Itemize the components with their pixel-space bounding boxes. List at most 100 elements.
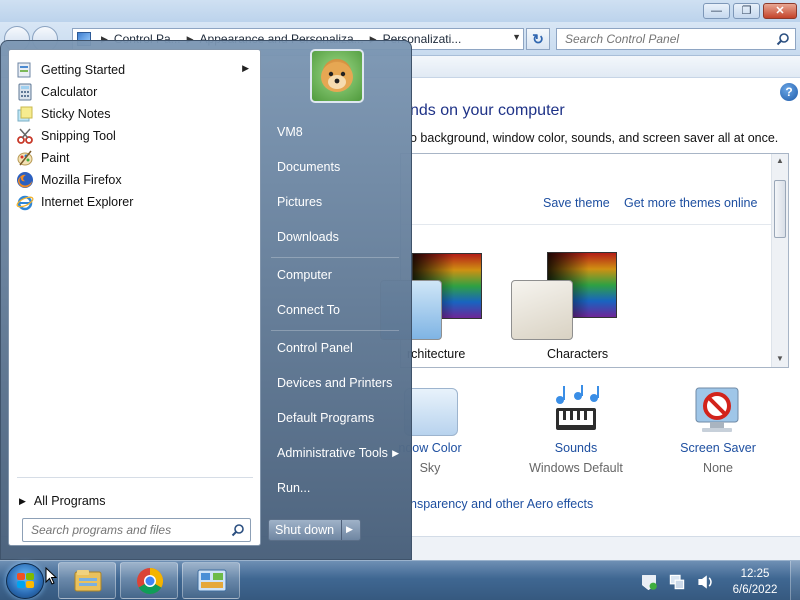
divider [341,520,342,540]
page-description: o background, window color, sounds, and … [410,131,779,145]
mouse-cursor-icon [45,567,57,585]
pictures-link[interactable]: Pictures [269,187,409,217]
divider [271,257,399,258]
chevron-right-icon[interactable]: ▶ [346,524,353,535]
clock-date: 6/6/2022 [732,584,778,596]
scroll-down-icon[interactable]: ▼ [776,354,784,363]
program-sticky-notes[interactable]: Sticky Notes [13,103,257,125]
theme-color-swatch[interactable] [511,280,573,340]
programs-pane: Getting Started ▶ Calculator Sticky Note… [8,49,261,546]
network-icon[interactable] [668,573,686,591]
sounds-icon[interactable] [548,384,604,438]
all-programs-label: All Programs [33,494,106,508]
sticky-notes-icon [17,106,33,122]
documents-link[interactable]: Documents [269,152,409,182]
start-search-box[interactable] [22,518,251,542]
all-programs-button[interactable]: ▶ All Programs [19,490,255,512]
connect-to-link[interactable]: Connect To [269,295,409,325]
snipping-tool-icon [17,128,33,144]
program-label: Calculator [41,85,98,99]
divider [271,330,399,331]
system-tray [640,573,720,591]
aero-effects-link[interactable]: nsparency and other Aero effects [410,497,593,511]
control-panel-link[interactable]: Control Panel [269,333,409,363]
computer-link[interactable]: Computer [269,260,409,290]
start-button[interactable] [6,563,44,599]
firefox-icon [17,172,33,188]
taskbar-windows-explorer[interactable] [58,562,116,599]
screen-saver-link[interactable]: Screen Saver [680,441,756,455]
search-icon[interactable] [231,523,245,537]
program-label: Sticky Notes [41,107,111,121]
control-panel-icon [197,569,227,592]
screen-saver-value: None [703,461,733,475]
default-programs-link[interactable]: Default Programs [269,403,409,433]
search-input[interactable] [557,29,767,49]
getting-started-icon [17,62,31,78]
action-center-icon[interactable] [640,573,658,591]
divider [401,224,771,225]
chevron-down-icon[interactable]: ▼ [512,32,521,42]
vertical-scrollbar[interactable]: ▲ ▼ [771,154,788,367]
close-button[interactable]: ✕ [763,3,797,19]
windows-explorer-icon [74,570,102,592]
window-color-icon[interactable] [404,388,458,436]
chevron-right-icon: ▶ [392,448,399,458]
program-label: Getting Started [41,63,126,77]
start-menu: Getting Started ▶ Calculator Sticky Note… [0,40,412,560]
program-internet-explorer[interactable]: Internet Explorer [13,191,257,213]
calculator-icon [18,83,32,101]
program-label: Snipping Tool [41,129,116,143]
refresh-button[interactable]: ↻ [526,28,550,50]
theme-label-architecture[interactable]: rchitecture [407,347,465,361]
program-label: Internet Explorer [41,195,134,209]
taskbar-control-panel[interactable] [182,562,240,599]
downloads-link[interactable]: Downloads [269,222,409,252]
taskbar-chrome[interactable] [120,562,178,599]
save-theme-link[interactable]: Save theme [543,196,610,210]
internet-explorer-icon [16,195,34,211]
chrome-icon [137,567,164,595]
maximize-button[interactable]: ❐ [733,3,760,19]
taskbar: 12:25 6/6/2022 [0,560,800,600]
scroll-thumb[interactable] [774,180,786,238]
control-panel-search[interactable] [556,28,796,50]
sounds-link[interactable]: Sounds [555,441,597,455]
divider [17,477,253,478]
screen-saver-icon[interactable] [690,384,744,436]
run-link[interactable]: Run... [269,473,409,503]
sounds-item[interactable]: Sounds Windows Default [526,441,626,475]
program-label: Mozilla Firefox [41,173,122,187]
search-input[interactable] [23,519,219,541]
program-calculator[interactable]: Calculator [13,81,257,103]
get-more-themes-link[interactable]: Get more themes online [624,196,757,210]
administrative-tools-link[interactable]: Administrative Tools ▶ [269,438,409,468]
chevron-right-icon[interactable]: ▶ [242,63,249,74]
program-label: Paint [41,151,70,165]
sounds-value: Windows Default [529,461,623,475]
shut-down-label: Shut down [275,523,335,537]
show-desktop-button[interactable] [790,561,800,600]
program-mozilla-firefox[interactable]: Mozilla Firefox [13,169,257,191]
theme-label-characters[interactable]: Characters [547,347,608,361]
user-avatar[interactable] [310,49,364,103]
search-icon[interactable] [776,32,790,46]
minimize-button[interactable]: — [703,3,730,19]
administrative-tools-label: Administrative Tools [277,446,388,460]
devices-and-printers-link[interactable]: Devices and Printers [269,368,409,398]
program-getting-started[interactable]: Getting Started ▶ [13,59,257,81]
dog-picture-icon [321,62,353,92]
windows-logo-icon [17,573,35,590]
program-paint[interactable]: Paint [13,147,257,169]
user-folder-link[interactable]: VM8 [269,117,409,147]
volume-icon[interactable] [696,573,714,591]
program-snipping-tool[interactable]: Snipping Tool [13,125,257,147]
scroll-up-icon[interactable]: ▲ [776,156,784,165]
screen-saver-item[interactable]: Screen Saver None [668,441,768,475]
help-icon[interactable]: ? [780,83,798,101]
system-clock[interactable]: 12:25 6/6/2022 [726,566,784,598]
chevron-right-icon: ▶ [19,495,26,506]
shut-down-button[interactable]: Shut down ▶ [268,519,361,541]
page-heading: nds on your computer [410,102,565,119]
paint-icon [17,150,33,166]
